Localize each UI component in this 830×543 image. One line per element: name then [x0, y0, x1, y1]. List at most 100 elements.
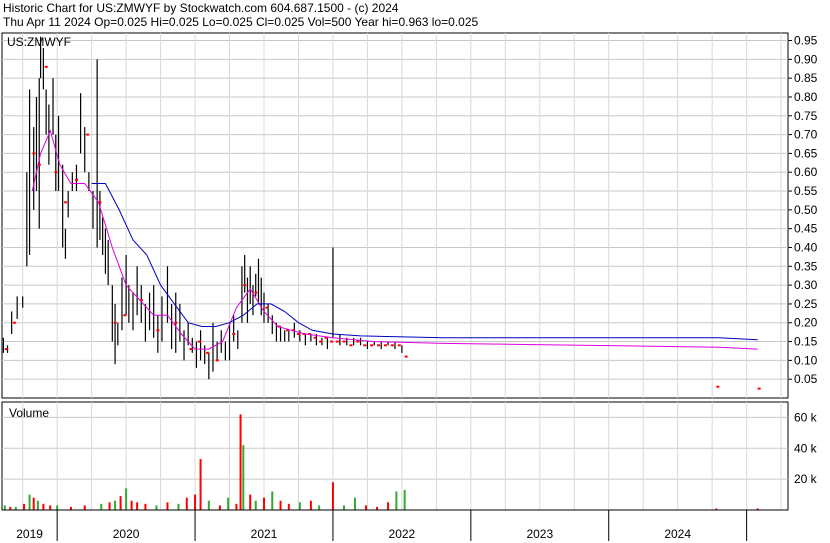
close-tick [32, 152, 36, 155]
close-tick [330, 340, 334, 343]
volume-tick-label: 40 k [794, 441, 818, 455]
close-tick [206, 351, 210, 354]
close-tick [123, 314, 127, 317]
volume-bar [235, 503, 238, 510]
volume-bar [249, 494, 252, 510]
close-tick [243, 284, 247, 287]
close-tick [390, 344, 394, 347]
close-tick [265, 306, 269, 309]
moving-average-long [91, 183, 758, 341]
volume-bar [318, 505, 321, 510]
price-tick-label: 0.35 [794, 259, 818, 273]
year-label: 2019 [16, 527, 43, 541]
price-tick-label: 0.60 [794, 165, 818, 179]
price-axis: 0.05 0.10 0.15 0.20 0.25 0.30 0.35 0.40 0.45 0.50… [788, 34, 818, 386]
volume-bar [185, 497, 188, 510]
volume-bar [144, 503, 147, 510]
volume-bar [263, 497, 265, 510]
volume-bar [36, 500, 39, 510]
volume-bar [354, 497, 357, 510]
volume-bar [403, 489, 406, 510]
close-tick [232, 333, 236, 336]
price-tick-label: 0.40 [794, 240, 818, 254]
volume-bar [42, 503, 45, 510]
price-tick-label: 0.65 [794, 146, 818, 160]
volume-bar [56, 505, 59, 510]
time-axis: 2019 2020 2021 2022 2023 2024 [2, 509, 788, 541]
volume-bar [49, 505, 52, 510]
volume-bar [331, 482, 334, 510]
volume-label: Volume [9, 406, 49, 420]
volume-bar [218, 505, 221, 510]
close-tick [174, 321, 178, 324]
volume-bar [83, 505, 86, 510]
volume-bar [199, 459, 202, 510]
volume-bar [28, 494, 31, 510]
volume-bar [108, 502, 111, 510]
close-tick [335, 340, 339, 343]
volume-tick-label: 20 k [794, 472, 818, 486]
volume-bar [125, 488, 128, 510]
close-tick [54, 171, 58, 174]
price-tick-label: 0.70 [794, 128, 818, 142]
close-tick [197, 340, 201, 343]
close-tick [757, 387, 761, 390]
close-tick [356, 340, 360, 343]
volume-bar [279, 500, 282, 510]
volume-bar [271, 491, 274, 510]
volume-bar [32, 497, 35, 510]
volume-bars [3, 414, 759, 510]
close-tick [716, 385, 720, 388]
close-tick [156, 329, 160, 332]
volume-bar [395, 491, 398, 510]
close-tick [377, 344, 381, 347]
close-tick [313, 336, 317, 339]
price-tick-label: 0.10 [794, 353, 818, 367]
close-tick [297, 333, 301, 336]
close-tick [4, 348, 8, 351]
price-tick-label: 0.30 [794, 278, 818, 292]
price-tick-label: 0.85 [794, 71, 818, 85]
price-tick-label: 0.50 [794, 203, 818, 217]
volume-bar [194, 494, 197, 510]
volume-bar [23, 503, 26, 510]
volume-panel-frame [1, 401, 789, 511]
volume-bar [3, 505, 6, 510]
volume-bar [130, 500, 133, 510]
close-tick [75, 178, 79, 181]
close-tick [113, 321, 117, 324]
close-tick [404, 355, 408, 358]
close-tick [189, 348, 193, 351]
close-tick [13, 321, 17, 324]
price-tick-label: 0.75 [794, 109, 818, 123]
close-tick [215, 359, 219, 362]
volume-bar [114, 500, 117, 510]
volume-axis: 20 k 40 k 60 k [794, 410, 818, 486]
close-tick [370, 344, 374, 347]
volume-tick-label: 60 k [794, 410, 818, 424]
price-tick-label: 0.90 [794, 52, 818, 66]
close-tick [383, 344, 387, 347]
volume-bar [287, 503, 290, 510]
volume-bar [136, 502, 139, 510]
price-tick-label: 0.15 [794, 335, 818, 349]
price-tick-label: 0.05 [794, 372, 818, 386]
volume-bar [298, 502, 301, 510]
volume-bar [254, 500, 257, 510]
volume-bar [155, 505, 158, 510]
volume-gridlines [2, 402, 788, 510]
volume-bar [365, 505, 368, 510]
price-tick-label: 0.45 [794, 222, 818, 236]
price-tick-label: 0.55 [794, 184, 818, 198]
volume-bar [227, 497, 230, 510]
close-tick [86, 133, 90, 136]
volume-bar [100, 503, 103, 510]
year-label: 2024 [664, 527, 691, 541]
volume-bar [239, 414, 242, 510]
price-tick-label: 0.95 [794, 34, 818, 48]
price-tick-label: 0.25 [794, 297, 818, 311]
close-tick [342, 340, 346, 343]
price-tick-label: 0.80 [794, 90, 818, 104]
close-tick [319, 340, 323, 343]
year-label: 2020 [113, 527, 140, 541]
